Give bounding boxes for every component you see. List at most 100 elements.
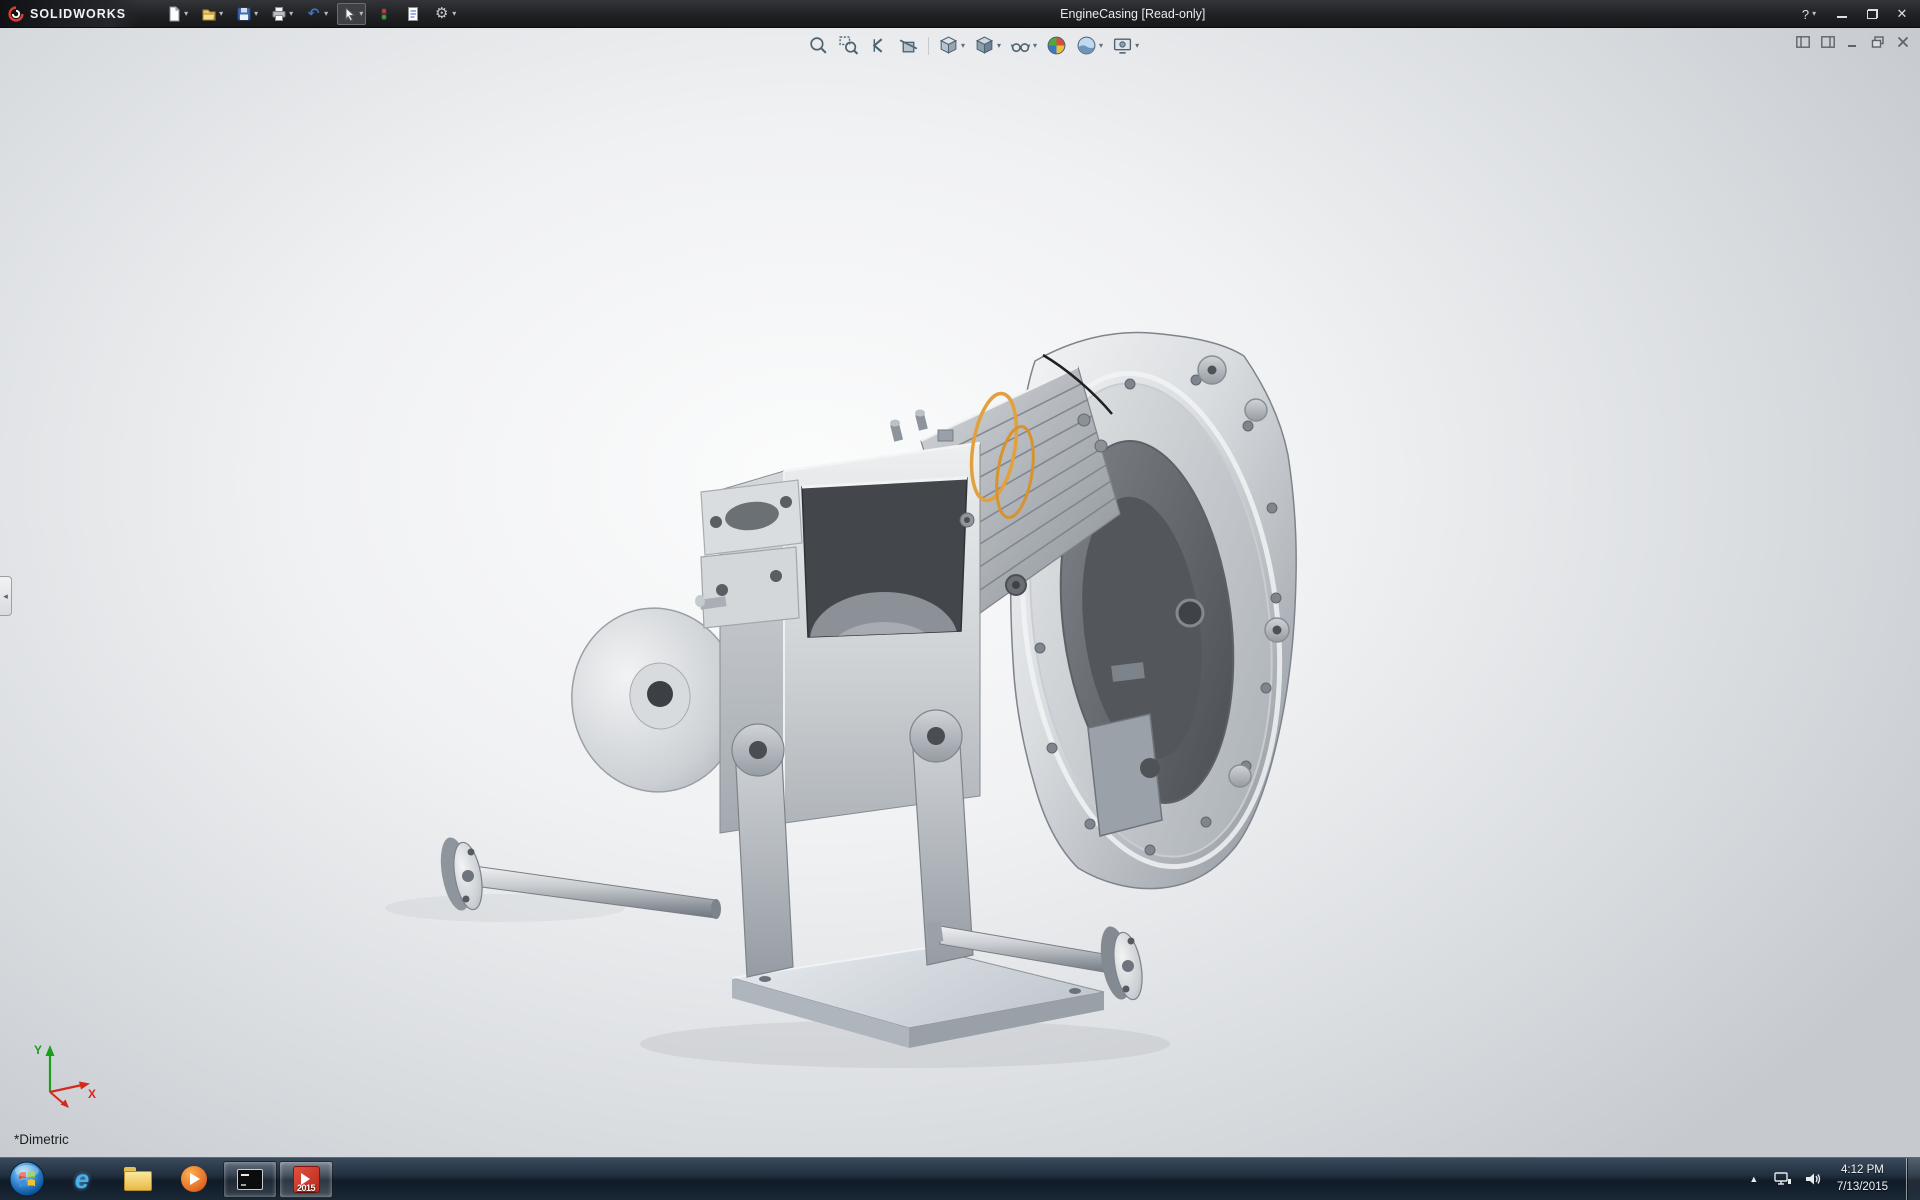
restore-icon [1867,9,1878,19]
dassault-systemes-icon [8,6,24,22]
title-bar: SOLIDWORKS ▾ ▾ ▾ ▾ [0,0,1920,28]
volume-icon[interactable] [1803,1170,1823,1188]
save-icon [235,5,252,22]
taskbar-clock[interactable]: 4:12 PM 7/13/2015 [1837,1162,1888,1195]
hide-show-items-button[interactable]: ▾ [1008,33,1039,58]
toolbar-separator [928,37,929,55]
view-orientation-cube-icon [938,35,959,56]
help-label: ? [1802,7,1809,22]
chevron-down-icon[interactable]: ▾ [1099,41,1103,50]
taskbar-item-solidworks-2015[interactable]: 2015 [279,1161,333,1198]
intake-flange[interactable] [695,480,802,628]
taskbar-item-media-player[interactable] [167,1161,221,1198]
new-document-button[interactable]: ▾ [162,3,191,25]
chevron-down-icon[interactable]: ▾ [324,10,328,18]
chevron-down-icon[interactable]: ▾ [289,10,293,18]
chevron-down-icon[interactable]: ▾ [219,10,223,18]
clock-date: 7/13/2015 [1837,1179,1888,1196]
start-button[interactable] [0,1158,54,1200]
featuremanager-collapsed-tab[interactable]: ◂ [0,576,12,616]
document-close-button[interactable] [1894,34,1912,50]
file-properties-icon [404,5,421,22]
pane-right-icon [1821,36,1835,48]
solidworks-icon: 2015 [293,1166,320,1193]
rebuild-button[interactable] [372,3,395,25]
display-style-button[interactable]: ▾ [972,33,1003,58]
show-desktop-button[interactable] [1906,1158,1920,1200]
internet-explorer-icon: e [75,1166,89,1192]
save-button[interactable]: ▾ [232,3,261,25]
close-icon [1896,36,1910,48]
print-button[interactable]: ▾ [267,3,296,25]
pane-left-button[interactable] [1794,34,1812,50]
x-axis-label: X [88,1087,96,1101]
chevron-down-icon[interactable]: ▾ [961,41,965,50]
help-button[interactable]: ? ▾ [1792,3,1826,25]
select-cursor-icon [340,5,357,22]
restore-icon [1871,36,1885,48]
zoom-to-area-button[interactable] [836,33,861,58]
file-properties-button[interactable] [401,3,424,25]
open-button[interactable]: ▾ [197,3,226,25]
chevron-down-icon: ▾ [1812,10,1816,18]
options-button[interactable]: ⚙ ▾ [430,3,459,25]
window-controls: ? ▾ ✕ [1792,0,1916,28]
windows-start-orb-icon [8,1160,46,1198]
clock-time: 4:12 PM [1837,1162,1888,1179]
taskbar-item-windows-explorer[interactable] [111,1161,165,1198]
scene-sphere-icon [1076,35,1097,56]
zoom-to-fit-icon [808,35,829,56]
view-orientation-button[interactable]: ▾ [936,33,967,58]
chevron-down-icon[interactable]: ▾ [359,10,363,18]
undo-button[interactable]: ↶ ▾ [302,3,331,25]
document-restore-button[interactable] [1869,34,1887,50]
brand-text: SOLIDWORKS [30,7,126,21]
maximize-restore-button[interactable] [1858,3,1886,25]
system-tray: ▲ 4:12 PM 7/13/2015 [1745,1158,1920,1200]
pane-right-button[interactable] [1819,34,1837,50]
display-style-icon [974,35,995,56]
graphics-viewport[interactable]: ▾ ▾ ▾ ▾ ▾ [0,28,1920,1157]
quick-access-toolbar: ▾ ▾ ▾ ▾ ↶ ▾ [162,3,459,25]
chevron-left-icon: ◂ [3,591,8,602]
network-icon[interactable] [1773,1170,1793,1188]
y-axis-label: Y [34,1043,42,1057]
close-button[interactable]: ✕ [1888,3,1916,25]
previous-view-button[interactable] [866,33,891,58]
view-settings-icon [1112,35,1133,56]
select-button[interactable]: ▾ [337,3,366,25]
section-view-icon [898,35,919,56]
headsup-view-toolbar: ▾ ▾ ▾ ▾ ▾ [806,33,1141,58]
show-hidden-icons-button[interactable]: ▲ [1745,1174,1763,1184]
chevron-down-icon[interactable]: ▾ [254,10,258,18]
undo-icon: ↶ [305,5,322,22]
new-document-icon [165,5,182,22]
chevron-down-icon[interactable]: ▾ [997,41,1001,50]
apply-scene-button[interactable]: ▾ [1074,33,1105,58]
appearance-ball-icon [1046,35,1067,56]
document-window-controls [1794,34,1912,50]
edit-appearance-button[interactable] [1044,33,1069,58]
chevron-down-icon[interactable]: ▾ [184,10,188,18]
minimize-icon [1837,10,1847,18]
chevron-down-icon[interactable]: ▾ [1135,41,1139,50]
document-minimize-button[interactable] [1844,34,1862,50]
chevron-down-icon[interactable]: ▾ [452,10,456,18]
section-view-button[interactable] [896,33,921,58]
z-axis-arrow [61,1100,70,1109]
engine-casing-model[interactable] [0,28,1920,1157]
minimize-icon [1846,36,1860,48]
solidworks-logo: SOLIDWORKS [0,0,140,27]
taskbar-item-internet-explorer[interactable]: e [55,1161,109,1198]
chevron-down-icon[interactable]: ▾ [1033,41,1037,50]
minimize-button[interactable] [1828,3,1856,25]
reference-triad: Y X [24,1036,104,1116]
taskbar: e 2015 ▲ [0,1157,1920,1200]
view-settings-button[interactable]: ▾ [1110,33,1141,58]
solidworks-version-badge: 2015 [294,1183,319,1193]
taskbar-item-command-prompt[interactable] [223,1161,277,1198]
zoom-to-area-icon [838,35,859,56]
zoom-to-fit-button[interactable] [806,33,831,58]
command-prompt-icon [237,1169,263,1190]
pane-left-icon [1796,36,1810,48]
